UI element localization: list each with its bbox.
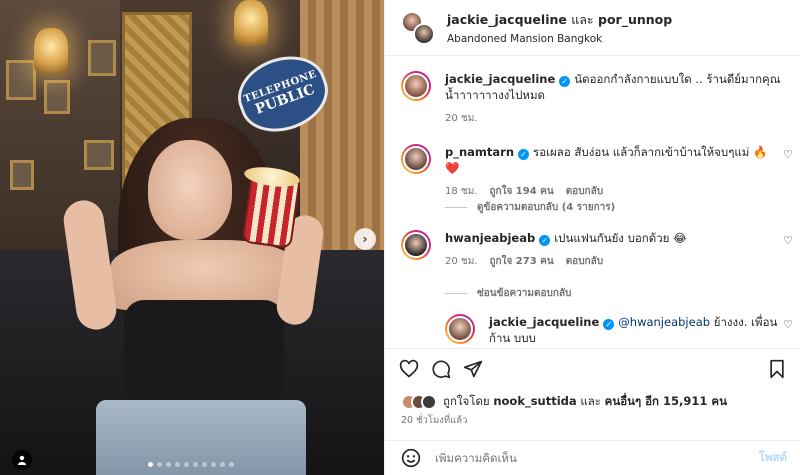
post-header: jackie_jacqueline และ por_unnop Abandone…: [385, 0, 800, 56]
comment-likes[interactable]: ถูกใจ 194 คน: [489, 184, 553, 199]
comment-item: p_namtarn ✓ รอเผลอ สับง่อน แล้วก็ลากเข้าบ้…: [401, 144, 793, 199]
post-photo[interactable]: TELEPHONE PUBLIC ›: [0, 0, 384, 475]
hide-replies-label: ซ่อนข้อความตอบกลับ: [477, 288, 572, 299]
likes-prefix: ถูกใจโดย: [443, 394, 490, 408]
photo-frame: [44, 80, 70, 114]
header-connector: และ: [571, 12, 594, 27]
carousel-dot: [175, 462, 180, 467]
replies-line: [445, 207, 467, 208]
comment-body: p_namtarn ✓ รอเผลอ สับง่อน แล้วก็ลากเข้าบ้…: [445, 144, 781, 176]
comment-body: hwanjeabjeab ✓ เปนแฟนกันยัง บอกด้วย 😂: [445, 230, 781, 246]
view-replies-label: ดูข้อความตอบกลับ (4 รายการ): [477, 202, 616, 213]
header-user-1[interactable]: jackie_jacqueline: [447, 12, 567, 27]
instagram-post-modal: TELEPHONE PUBLIC › jackie_jacqueline และ…: [0, 0, 800, 475]
like-heart-icon[interactable]: [399, 359, 419, 379]
person-top: [124, 300, 284, 410]
avatar[interactable]: [401, 71, 431, 101]
avatar[interactable]: [401, 230, 431, 260]
save-bookmark-icon[interactable]: [767, 359, 787, 379]
header-usernames: jackie_jacqueline และ por_unnop: [447, 10, 672, 30]
header-user-2[interactable]: por_unnop: [598, 12, 672, 27]
emoji-icon[interactable]: [401, 448, 421, 468]
likes-summary[interactable]: ถูกใจโดย nook_suttida และ คนอื่นๆ อีก 15…: [401, 393, 727, 411]
likes-text: ถูกใจโดย nook_suttida และ คนอื่นๆ อีก 15…: [443, 393, 727, 411]
view-replies-button[interactable]: ดูข้อความตอบกลับ (4 รายการ): [445, 200, 615, 215]
post-actions: ถูกใจโดย nook_suttida และ คนอื่นๆ อีก 15…: [385, 348, 800, 428]
comment-time[interactable]: 20 ชม.: [445, 254, 477, 269]
reply-button[interactable]: ตอบกลับ: [566, 254, 603, 269]
reply-item: jackie_jacqueline ✓ @hwanjeabjeab ย้างงง. …: [445, 314, 793, 346]
likes-middle: และ: [580, 394, 601, 408]
reply-mention[interactable]: @hwanjeabjeab: [618, 315, 710, 329]
comment-text: เปนแฟนกันยัง บอกด้วย 😂: [554, 231, 687, 245]
next-image-button[interactable]: ›: [354, 228, 376, 250]
tagged-users-icon[interactable]: [12, 450, 32, 470]
post-comment-button[interactable]: โพสต์: [759, 449, 787, 467]
avatar[interactable]: [401, 144, 431, 174]
comment-input[interactable]: [435, 451, 755, 465]
chandelier: [234, 0, 268, 46]
comment-icon[interactable]: [431, 359, 451, 379]
caption-meta: 20 ชม.: [445, 111, 781, 126]
replies-line: [445, 293, 467, 294]
carousel-dot: [220, 462, 225, 467]
like-comment-heart-icon[interactable]: ♡: [783, 234, 793, 247]
photo-frame: [88, 40, 116, 76]
comments-list[interactable]: jackie_jacqueline ✓ นัดออกกำลังกายแบบใด ..…: [385, 57, 800, 347]
person-face: [148, 140, 232, 240]
like-comment-heart-icon[interactable]: ♡: [783, 148, 793, 161]
carousel-indicator: [148, 462, 234, 467]
caption: jackie_jacqueline ✓ นัดออกกำลังกายแบบใด ..…: [401, 71, 781, 126]
header-location[interactable]: Abandoned Mansion Bangkok: [447, 33, 672, 45]
carousel-dot: [166, 462, 171, 467]
carousel-dot: [193, 462, 198, 467]
post-side-panel: jackie_jacqueline และ por_unnop Abandone…: [384, 0, 800, 475]
comment-item: hwanjeabjeab ✓ เปนแฟนกันยัง บอกด้วย 😂 20 ช…: [401, 230, 793, 269]
carousel-dot: [148, 462, 153, 467]
comment-likes[interactable]: ถูกใจ 273 คน: [489, 254, 553, 269]
avatar[interactable]: [445, 314, 475, 344]
photo-frame: [84, 140, 114, 170]
verified-badge-icon: ✓: [518, 149, 530, 160]
post-time[interactable]: 20 ชั่วโมงที่แล้ว: [401, 413, 467, 428]
add-comment-bar: โพสต์: [385, 440, 800, 475]
comment-meta: 18 ชม. ถูกใจ 194 คน ตอบกลับ: [445, 184, 781, 199]
avatar: [421, 394, 437, 410]
carousel-dot: [184, 462, 189, 467]
comment-username[interactable]: p_namtarn: [445, 145, 514, 159]
hide-replies-button[interactable]: ซ่อนข้อความตอบกลับ: [445, 286, 571, 301]
comment-meta: 20 ชม. ถูกใจ 273 คน ตอบกลับ: [445, 254, 781, 269]
chandelier: [34, 28, 68, 74]
verified-badge-icon: ✓: [539, 235, 551, 246]
header-text: jackie_jacqueline และ por_unnop Abandone…: [447, 10, 672, 45]
likes-user[interactable]: nook_suttida: [493, 394, 576, 408]
reply-button[interactable]: ตอบกลับ: [566, 184, 603, 199]
carousel-dot: [229, 462, 234, 467]
comment-username[interactable]: hwanjeabjeab: [445, 231, 535, 245]
collab-avatars[interactable]: [401, 10, 435, 45]
likes-others[interactable]: คนอื่นๆ อีก 15,911 คน: [605, 394, 727, 408]
caption-username[interactable]: jackie_jacqueline: [445, 72, 555, 86]
carousel-dot: [202, 462, 207, 467]
verified-badge-icon: ✓: [603, 319, 615, 330]
reply-body: jackie_jacqueline ✓ @hwanjeabjeab ย้างงง. …: [489, 314, 781, 346]
photo-frame: [10, 160, 34, 190]
person-icon: [18, 455, 26, 465]
avatar[interactable]: [413, 22, 435, 45]
caption-time[interactable]: 20 ชม.: [445, 111, 477, 126]
photo-frame: [6, 60, 36, 100]
reply-username[interactable]: jackie_jacqueline: [489, 315, 599, 329]
comment-time[interactable]: 18 ชม.: [445, 184, 477, 199]
caption-body: jackie_jacqueline ✓ นัดออกกำลังกายแบบใด ..…: [445, 71, 781, 103]
carousel-dot: [157, 462, 162, 467]
like-comment-heart-icon[interactable]: ♡: [783, 318, 793, 331]
share-send-icon[interactable]: [463, 359, 483, 379]
carousel-dot: [211, 462, 216, 467]
verified-badge-icon: ✓: [559, 76, 571, 87]
